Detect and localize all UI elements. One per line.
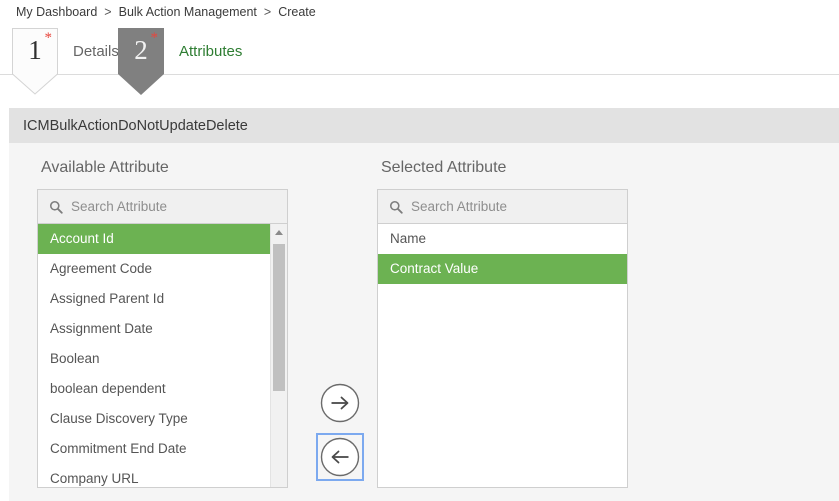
step-1-required-asterisk: *: [45, 31, 53, 46]
selected-attribute-heading: Selected Attribute: [381, 159, 628, 177]
selected-attribute-list[interactable]: Name Contract Value: [377, 224, 628, 488]
selected-search-box[interactable]: [377, 189, 628, 224]
breadcrumb-item-create[interactable]: Create: [278, 5, 316, 19]
arrow-left-icon: [320, 437, 360, 477]
search-icon: [49, 200, 63, 214]
move-right-button[interactable]: [320, 383, 360, 423]
step-2-label[interactable]: Attributes: [179, 43, 242, 60]
wizard-step-attributes[interactable]: 2 * Attributes: [118, 28, 242, 95]
breadcrumb-item-dashboard[interactable]: My Dashboard: [16, 5, 97, 19]
list-item[interactable]: Assignment Date: [38, 314, 270, 344]
page-title: ICMBulkActionDoNotUpdateDelete: [23, 118, 248, 134]
available-search-box[interactable]: [37, 189, 288, 224]
available-search-input[interactable]: [71, 199, 261, 214]
move-left-button[interactable]: [320, 437, 360, 477]
available-attribute-heading: Available Attribute: [41, 159, 288, 177]
breadcrumb: My Dashboard > Bulk Action Management > …: [16, 3, 316, 21]
list-item[interactable]: Account Id: [38, 224, 270, 254]
breadcrumb-separator: >: [104, 5, 111, 19]
available-attribute-items: Account Id Agreement Code Assigned Paren…: [38, 224, 270, 488]
move-right-button-wrap: [316, 379, 364, 427]
breadcrumb-separator: >: [264, 5, 271, 19]
search-icon: [389, 200, 403, 214]
step-1-badge: 1 *: [12, 28, 58, 95]
scroll-up-icon[interactable]: [271, 224, 287, 241]
move-left-button-wrap: [316, 433, 364, 481]
step-1-label[interactable]: Details: [73, 43, 119, 60]
list-item[interactable]: Name: [378, 224, 627, 254]
triangle-up-glyph: [275, 230, 283, 235]
list-item[interactable]: Agreement Code: [38, 254, 270, 284]
wizard-step-details[interactable]: 1 * Details: [12, 28, 119, 95]
list-item[interactable]: Commitment End Date: [38, 434, 270, 464]
available-attribute-list[interactable]: Account Id Agreement Code Assigned Paren…: [37, 224, 288, 488]
selected-attribute-column: Selected Attribute Name Contract Value: [377, 143, 628, 488]
list-item[interactable]: Boolean: [38, 344, 270, 374]
list-item[interactable]: Assigned Parent Id: [38, 284, 270, 314]
available-attribute-column: Available Attribute Account Id Agreement…: [37, 143, 288, 488]
list-item[interactable]: boolean dependent: [38, 374, 270, 404]
wizard-steps: 1 * Details 2 * Attributes: [0, 28, 839, 96]
list-item[interactable]: Contract Value: [378, 254, 627, 284]
record-title-bar: ICMBulkActionDoNotUpdateDelete: [9, 108, 839, 143]
list-item[interactable]: Company URL: [38, 464, 270, 488]
selected-search-input[interactable]: [411, 199, 601, 214]
attribute-transfer-panel: Available Attribute Account Id Agreement…: [9, 143, 839, 501]
selected-attribute-items: Name Contract Value: [378, 224, 627, 284]
list-item[interactable]: Clause Discovery Type: [38, 404, 270, 434]
transfer-button-group: [311, 379, 369, 487]
scrollbar-thumb[interactable]: [273, 244, 285, 391]
step-2-required-asterisk: *: [151, 31, 159, 46]
step-2-badge: 2 *: [118, 28, 164, 95]
breadcrumb-item-bulk-action-management[interactable]: Bulk Action Management: [119, 5, 257, 19]
available-list-scrollbar[interactable]: [270, 224, 287, 487]
arrow-right-icon: [320, 383, 360, 423]
